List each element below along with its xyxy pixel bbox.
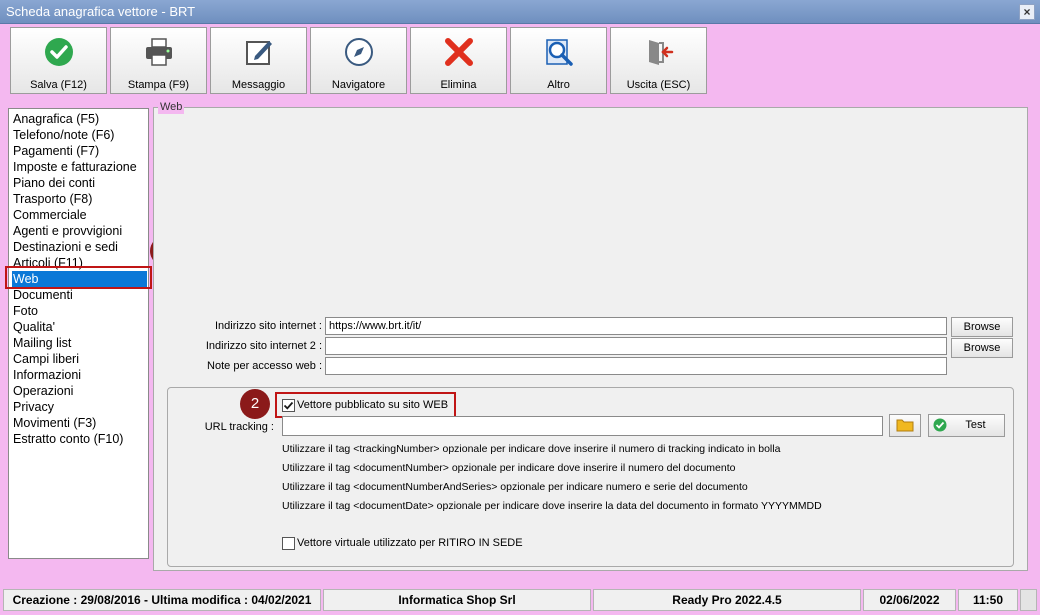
notes-input[interactable] (325, 357, 947, 375)
exit-door-icon (649, 40, 674, 65)
message-edit-icon (246, 41, 272, 65)
save-label: Salva (F12) (30, 79, 87, 91)
exit-label: Uscita (ESC) (626, 79, 691, 91)
print-label: Stampa (F9) (127, 79, 190, 91)
browse-button-1[interactable]: Browse (951, 317, 1013, 337)
check-circle-icon (45, 38, 73, 66)
nav-item[interactable]: Campi liberi (12, 351, 147, 367)
window-titlebar: Scheda anagrafica vettore - BRT × (0, 0, 1040, 24)
nav-item[interactable]: Qualita' (12, 319, 147, 335)
nav-item[interactable]: Anagrafica (F5) (12, 111, 147, 127)
test-button[interactable]: Test (928, 414, 1005, 437)
highlight-web-item (5, 266, 152, 289)
info-document-series: Utilizzare il tag <documentNumberAndSeri… (282, 481, 748, 493)
nav-item[interactable]: Foto (12, 303, 147, 319)
nav-item[interactable]: Movimenti (F3) (12, 415, 147, 431)
nav-item[interactable]: Commerciale (12, 207, 147, 223)
virtual-label: Vettore virtuale utilizzato per RITIRO I… (297, 537, 523, 549)
more-button[interactable]: Altro (510, 27, 607, 94)
virtual-checkbox[interactable] (282, 537, 295, 550)
nav-item[interactable]: Informazioni (12, 367, 147, 383)
status-company: Informatica Shop Srl (323, 589, 591, 611)
nav-item[interactable]: Trasporto (F8) (12, 191, 147, 207)
magnifier-icon (546, 39, 573, 66)
delete-button[interactable]: Elimina (410, 27, 507, 94)
browse-button-2[interactable]: Browse (951, 338, 1013, 358)
site2-label: Indirizzo sito internet 2 : (205, 340, 322, 352)
navigator-button[interactable]: Navigatore (310, 27, 407, 94)
print-button[interactable]: Stampa (F9) (110, 27, 207, 94)
nav-item[interactable]: Privacy (12, 399, 147, 415)
navigator-label: Navigatore (331, 79, 386, 91)
message-label: Messaggio (231, 79, 286, 91)
info-tracking-number: Utilizzare il tag <trackingNumber> opzio… (282, 443, 781, 455)
resize-grip[interactable] (1020, 589, 1037, 611)
status-date: 02/06/2022 (863, 589, 956, 611)
nav-item[interactable]: Agenti e provvigioni (12, 223, 147, 239)
site2-input[interactable] (325, 337, 947, 355)
close-icon[interactable]: × (1019, 4, 1035, 20)
site-label: Indirizzo sito internet : (215, 320, 322, 332)
nav-item[interactable]: Imposte e fatturazione (12, 159, 147, 175)
url-tracking-label: URL tracking : (204, 421, 274, 433)
annotation-badge-2: 2 (240, 389, 270, 419)
site-input[interactable]: https://www.brt.it/it/ (325, 317, 947, 335)
notes-label: Note per accesso web : (207, 360, 322, 372)
nav-item[interactable]: Documenti (12, 287, 147, 303)
info-document-number: Utilizzare il tag <documentNumber> opzio… (282, 462, 736, 474)
delete-x-icon (445, 38, 473, 66)
status-dates: Creazione : 29/08/2016 - Ultima modifica… (3, 589, 321, 611)
nav-item[interactable]: Pagamenti (F7) (12, 143, 147, 159)
nav-item[interactable]: Destinazioni e sedi (12, 239, 147, 255)
test-label: Test (965, 419, 986, 431)
save-button[interactable]: Salva (F12) (10, 27, 107, 94)
status-time: 11:50 (958, 589, 1018, 611)
nav-item[interactable]: Operazioni (12, 383, 147, 399)
status-version: Ready Pro 2022.4.5 (593, 589, 861, 611)
nav-item[interactable]: Telefono/note (F6) (12, 127, 147, 143)
highlight-published (275, 392, 456, 418)
compass-icon (345, 38, 373, 66)
check-circle-icon (933, 418, 947, 432)
nav-item[interactable]: Piano dei conti (12, 175, 147, 191)
printer-icon (146, 38, 172, 66)
delete-label: Elimina (440, 79, 477, 91)
url-tracking-input[interactable] (282, 416, 883, 436)
message-button[interactable]: Messaggio (210, 27, 307, 94)
window-title: Scheda anagrafica vettore - BRT (6, 4, 196, 19)
panel-title: Web (158, 100, 185, 114)
section-nav: Anagrafica (F5) Telefono/note (F6) Pagamen… (8, 108, 149, 559)
folder-icon (896, 419, 914, 432)
info-document-date: Utilizzare il tag <documentDate> opziona… (282, 500, 822, 512)
nav-item[interactable]: Estratto conto (F10) (12, 431, 147, 447)
folder-button[interactable] (889, 414, 921, 437)
more-label: Altro (547, 79, 570, 91)
exit-button[interactable]: Uscita (ESC) (610, 27, 707, 94)
nav-item[interactable]: Mailing list (12, 335, 147, 351)
